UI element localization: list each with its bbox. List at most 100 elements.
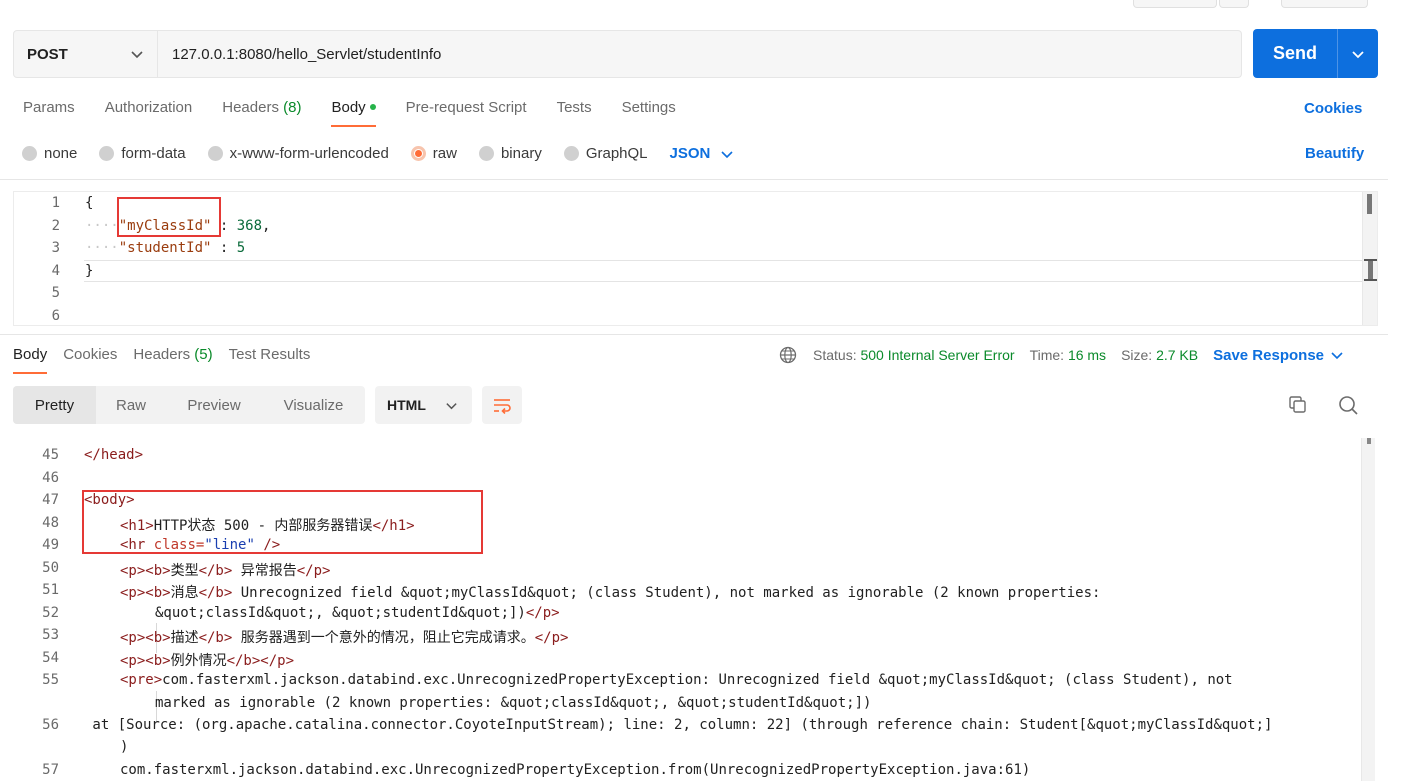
status-value[interactable]: 500 Internal Server Error: [860, 347, 1014, 363]
html-tag: </p>: [534, 630, 569, 646]
chevron-down-icon: [446, 403, 457, 410]
time-group: Time: 16 ms: [1030, 347, 1107, 363]
line-number: 5: [51, 285, 60, 301]
beautify-link[interactable]: Beautify: [1305, 145, 1364, 162]
body-type-radios: none form-data x-www-form-urlencoded raw…: [22, 145, 734, 162]
format-label: HTML: [387, 397, 426, 413]
current-line-highlight: [84, 260, 1362, 282]
line-number: 3: [51, 240, 60, 256]
view-mode-preview[interactable]: Preview: [166, 386, 262, 424]
editor-scrollbar[interactable]: [1362, 192, 1377, 325]
copy-icon[interactable]: [1287, 394, 1309, 416]
radio-label: form-data: [121, 145, 186, 162]
html-tag: </b></p>: [226, 653, 295, 669]
language-select[interactable]: JSON: [670, 145, 735, 162]
html-text: 类型: [170, 563, 199, 579]
tab-params[interactable]: Params: [23, 99, 75, 127]
html-tag: </p>: [296, 563, 331, 579]
html-text: 例外情况: [170, 653, 227, 669]
radio-x-www-form-urlencoded[interactable]: x-www-form-urlencoded: [207, 145, 389, 162]
tab-label: Test Results: [228, 346, 311, 363]
method-label: POST: [27, 45, 68, 63]
time-value[interactable]: 16 ms: [1068, 347, 1106, 363]
send-label: Send: [1272, 43, 1317, 63]
html-text: HTTP状态 500 - 内部服务器错误: [153, 518, 373, 534]
globe-icon[interactable]: [779, 346, 797, 364]
tab-body[interactable]: Body: [331, 99, 376, 127]
tab-test-results[interactable]: Test Results: [229, 346, 311, 374]
radio-circle: [563, 146, 579, 161]
html-tag: </b>: [198, 630, 233, 646]
response-format-select[interactable]: HTML: [375, 386, 472, 424]
scrollbar-thumb[interactable]: [1367, 438, 1371, 444]
tab-tests[interactable]: Tests: [557, 99, 592, 127]
line-number: 48: [42, 515, 59, 531]
view-mode-visualize[interactable]: Visualize: [262, 386, 365, 424]
divider: [0, 334, 1388, 335]
code-line: <p><b>消息</b> Unrecognized field &quot;my…: [120, 582, 1100, 602]
tab-label: Body: [331, 99, 366, 116]
chevron-down-icon: [1352, 50, 1364, 58]
json-colon: :: [211, 240, 237, 256]
indent-whitespace: ····: [85, 240, 119, 256]
tab-authorization[interactable]: Authorization: [105, 99, 193, 127]
scrollbar-thumb[interactable]: [1367, 194, 1372, 214]
tab-label: Headers: [133, 346, 191, 363]
html-text: 服务器遇到一个意外的情况，阻止它完成请求。: [232, 630, 535, 646]
wrap-lines-button[interactable]: [482, 386, 522, 424]
html-text: Unrecognized field &quot;myClassId&quot;…: [232, 585, 1101, 601]
chevron-down-icon: [131, 51, 143, 59]
code-line: ····"studentId" : 5: [85, 240, 245, 256]
cookies-link[interactable]: Cookies: [1304, 100, 1362, 117]
modified-dot-icon: [369, 104, 376, 110]
language-label: JSON: [669, 145, 711, 162]
view-mode-pretty[interactable]: Pretty: [13, 386, 96, 424]
radio-none[interactable]: none: [22, 145, 77, 162]
code-line: com.fasterxml.jackson.databind.exc.Unrec…: [120, 762, 1031, 778]
json-comma: ,: [262, 218, 271, 234]
response-scrollbar[interactable]: [1361, 438, 1375, 781]
request-body-editor[interactable]: 1 2 3 4 5 6 { ····"myClassId" : 368, ···…: [13, 191, 1378, 326]
radio-label: binary: [500, 145, 542, 162]
response-body-viewer[interactable]: 45 46 47 48 49 50 51 52 53 54 55 56 57 <…: [13, 438, 1375, 781]
tab-headers[interactable]: Headers (8): [222, 99, 301, 127]
tab-response-body[interactable]: Body: [13, 346, 48, 374]
url-input[interactable]: 127.0.0.1:8080/hello_Servlet/studentInfo: [158, 30, 1242, 78]
code-line: &quot;classId&quot;, &quot;studentId&quo…: [155, 605, 560, 621]
chevron-down-icon: [1331, 352, 1343, 360]
search-icon[interactable]: [1337, 394, 1359, 416]
chevron-down-icon: [721, 150, 733, 158]
html-attr-value: "line": [204, 537, 255, 553]
tab-settings[interactable]: Settings: [622, 99, 676, 127]
view-mode-raw[interactable]: Raw: [96, 386, 166, 424]
radio-circle: [207, 146, 223, 161]
time-label: Time:: [1029, 347, 1065, 363]
size-value[interactable]: 2.7 KB: [1156, 347, 1198, 363]
top-toolbar-button-2[interactable]: [1281, 0, 1368, 8]
wrap-lines-icon: [494, 399, 511, 414]
save-response-button[interactable]: Save Response: [1213, 347, 1344, 364]
response-tabs: Body Cookies Headers (5) Test Results: [13, 346, 326, 374]
top-toolbar-button[interactable]: [1133, 0, 1217, 8]
radio-binary[interactable]: binary: [478, 145, 542, 162]
send-options-dropdown[interactable]: [1338, 29, 1378, 78]
tab-response-cookies[interactable]: Cookies: [63, 346, 117, 374]
code-line: at [Source: (org.apache.catalina.connect…: [84, 717, 1273, 733]
html-tag: />: [254, 537, 281, 553]
indent-whitespace: ····: [85, 218, 119, 234]
line-number: 49: [42, 537, 59, 553]
tab-response-headers[interactable]: Headers (5): [133, 346, 212, 374]
html-tag: <p><b>: [120, 653, 171, 669]
line-number: 50: [42, 560, 59, 576]
radio-label: GraphQL: [585, 145, 648, 162]
radio-graphql[interactable]: GraphQL: [563, 145, 648, 162]
radio-form-data[interactable]: form-data: [99, 145, 186, 162]
html-text: com.fasterxml.jackson.databind.exc.Unrec…: [162, 672, 1233, 688]
send-button[interactable]: Send: [1253, 29, 1378, 78]
tab-pre-request-script[interactable]: Pre-request Script: [406, 99, 527, 127]
status-label: Status:: [813, 347, 857, 363]
code-line: <body>: [84, 492, 135, 508]
top-toolbar-dropdown[interactable]: [1219, 0, 1249, 8]
radio-raw[interactable]: raw: [410, 145, 457, 162]
method-select[interactable]: POST: [13, 30, 158, 78]
